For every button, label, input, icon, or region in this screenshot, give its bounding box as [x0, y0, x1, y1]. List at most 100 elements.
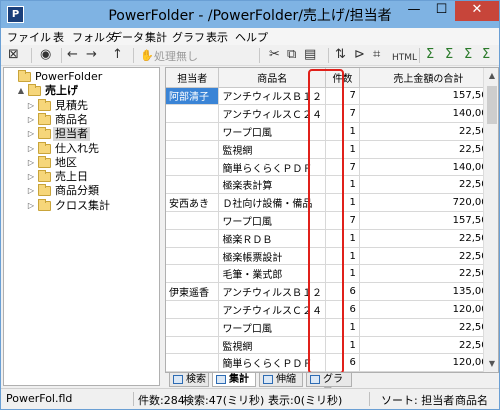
tree-item[interactable]: PowerFolder	[4, 70, 159, 84]
cell-count[interactable]: 6	[325, 353, 360, 372]
table-row[interactable]: 極楽帳票設計 1 22,500	[166, 247, 498, 266]
cell-staff[interactable]	[166, 122, 220, 141]
table-row[interactable]: 安西あき Ｄ社向け設備・備品 1 720,000	[166, 193, 498, 213]
filter-icon[interactable]: ⊳	[354, 47, 365, 63]
menu-table[interactable]: 表	[53, 29, 64, 45]
table-row[interactable]: 阿部清子 アンチウィルスＢ１２ 7 157,500	[166, 87, 498, 106]
table-row[interactable]: 極楽表計算 1 22,500	[166, 175, 498, 195]
menu-view[interactable]: 表示	[206, 29, 228, 45]
cell-staff[interactable]	[166, 140, 220, 159]
aggregate-icon[interactable]: ⌗	[373, 47, 380, 63]
back-arrow-icon[interactable]: ←	[67, 47, 78, 63]
cell-sales-total[interactable]: 22,500	[359, 175, 498, 195]
column-header-staff[interactable]: 担当者	[166, 68, 220, 88]
cell-staff[interactable]	[166, 175, 220, 195]
cell-sales-total[interactable]: 22,500	[359, 247, 498, 266]
cell-product[interactable]: 監視網	[218, 336, 327, 355]
html-icon[interactable]: HTML	[392, 50, 417, 66]
close-button[interactable]: ✕	[455, 1, 499, 21]
cell-product[interactable]: アンチウィルスＣ２４	[218, 300, 327, 319]
cell-product[interactable]: 極楽表計算	[218, 175, 327, 195]
tab-expand[interactable]: 伸縮	[259, 373, 303, 387]
cell-count[interactable]: 7	[325, 158, 360, 177]
cell-product[interactable]: 簡単らくらくＰＤＦ	[218, 353, 327, 372]
table-row[interactable]: 極楽ＲＤＢ 1 22,500	[166, 229, 498, 248]
table-row[interactable]: アンチウィルスＣ２４ 6 120,000	[166, 300, 498, 319]
cell-count[interactable]: 1	[325, 229, 360, 248]
cell-sales-total[interactable]: 22,500	[359, 264, 498, 284]
cell-count[interactable]: 1	[325, 247, 360, 266]
title-bar[interactable]: P PowerFolder - /PowerFolder/売上げ/担当者 — ☐…	[1, 1, 499, 28]
expand-arrow-icon[interactable]: ▷	[26, 99, 36, 113]
cell-sales-total[interactable]: 120,000	[359, 300, 498, 319]
cell-count[interactable]: 1	[325, 122, 360, 141]
cell-product[interactable]: Ｄ社向け設備・備品	[218, 193, 327, 213]
cell-staff[interactable]: 阿部清子	[166, 87, 220, 106]
table-row[interactable]: 簡単らくらくＰＤＦ 6 120,000	[166, 353, 498, 372]
table-row[interactable]: アンチウィルスＣ２４ 7 140,000	[166, 104, 498, 124]
view-icon[interactable]: ◉	[40, 47, 51, 63]
paste-icon[interactable]: ▤	[304, 47, 316, 63]
vertical-scrollbar[interactable]: ▲ ▼	[483, 68, 498, 372]
sum-col-icon[interactable]: Σ	[464, 47, 472, 63]
cell-staff[interactable]: 安西あき	[166, 193, 220, 213]
column-header-sales-total[interactable]: 売上金額の合計	[359, 68, 498, 88]
cell-product[interactable]: 監視網	[218, 140, 327, 159]
cell-product[interactable]: 簡単らくらくＰＤＦ	[218, 158, 327, 177]
cell-product[interactable]: アンチウィルスＢ１２	[218, 282, 327, 302]
expand-arrow-icon[interactable]: ▷	[26, 184, 36, 198]
cell-count[interactable]: 1	[325, 140, 360, 159]
forward-arrow-icon[interactable]: →	[86, 47, 97, 63]
table-row[interactable]: ワープ口風 1 22,500	[166, 122, 498, 141]
cell-product[interactable]: 毛筆・業式郎	[218, 264, 327, 284]
cell-staff[interactable]	[166, 229, 220, 248]
cell-staff[interactable]	[166, 247, 220, 266]
menu-aggregate[interactable]: 集計	[145, 29, 167, 45]
cell-product[interactable]: ワープ口風	[218, 211, 327, 230]
cell-product[interactable]: 極楽ＲＤＢ	[218, 229, 327, 248]
expand-arrow-icon[interactable]: ▷	[26, 127, 36, 141]
cell-count[interactable]: 1	[325, 175, 360, 195]
cell-product[interactable]: ワープ口風	[218, 122, 327, 141]
cell-sales-total[interactable]: 157,500	[359, 87, 498, 106]
expanded-arrow-icon[interactable]: ▲	[16, 84, 26, 98]
cell-sales-total[interactable]: 720,000	[359, 193, 498, 213]
sort-icon[interactable]: ⇅	[335, 47, 346, 63]
tab-search[interactable]: 検索	[169, 373, 209, 387]
tree-item[interactable]: ▷ 地区	[4, 155, 159, 170]
table-row[interactable]: 毛筆・業式郎 1 22,500	[166, 264, 498, 284]
copy-icon[interactable]: ⧉	[287, 47, 296, 63]
menu-data[interactable]: データ	[111, 29, 144, 45]
expand-arrow-icon[interactable]: ▷	[26, 113, 36, 127]
cell-count[interactable]: 6	[325, 300, 360, 319]
table-row[interactable]: ワープ口風 7 157,500	[166, 211, 498, 230]
column-header-count[interactable]: 件数	[325, 68, 360, 88]
cell-sales-total[interactable]: 140,000	[359, 158, 498, 177]
cell-count[interactable]: 1	[325, 336, 360, 355]
sum-all-icon[interactable]: Σ	[445, 47, 453, 63]
menu-help[interactable]: ヘルプ	[235, 29, 268, 45]
tab-aggregate[interactable]: 集計	[212, 373, 256, 387]
tree-item[interactable]: ▷ 商品名	[4, 112, 159, 127]
cell-product[interactable]: 極楽帳票設計	[218, 247, 327, 266]
maximize-button[interactable]: ☐	[428, 1, 455, 21]
cell-sales-total[interactable]: 140,000	[359, 104, 498, 124]
cell-product[interactable]: アンチウィルスＢ１２	[218, 87, 327, 106]
cell-sales-total[interactable]: 157,500	[359, 211, 498, 230]
table-row[interactable]: 伊東遥香 アンチウィルスＢ１２ 6 135,000	[166, 282, 498, 302]
sum-row-icon[interactable]: Σ	[482, 47, 490, 63]
cell-staff[interactable]	[166, 353, 220, 372]
cell-count[interactable]: 7	[325, 87, 360, 106]
cell-staff[interactable]: 伊東遥香	[166, 282, 220, 302]
tree-item[interactable]: ▷ 売上日	[4, 170, 159, 184]
cell-count[interactable]: 7	[325, 211, 360, 230]
scroll-thumb[interactable]	[487, 86, 497, 124]
table-row[interactable]: ワープ口風 1 22,500	[166, 318, 498, 337]
cell-sales-total[interactable]: 22,500	[359, 122, 498, 141]
cell-staff[interactable]	[166, 104, 220, 124]
cell-staff[interactable]	[166, 264, 220, 284]
cell-product[interactable]: アンチウィルスＣ２４	[218, 104, 327, 124]
expand-arrow-icon[interactable]: ▷	[26, 156, 36, 170]
menu-graph[interactable]: グラフ	[172, 29, 205, 45]
table-row[interactable]: 監視網 1 22,500	[166, 336, 498, 355]
